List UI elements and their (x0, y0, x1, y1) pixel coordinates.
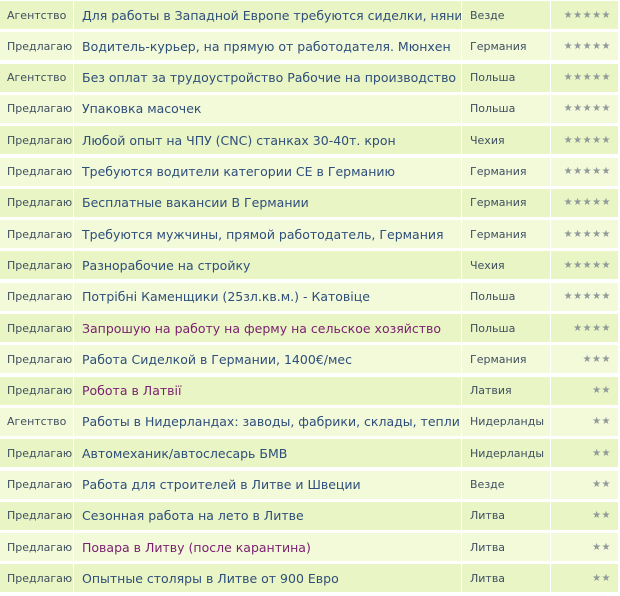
star-rating-icon: ★★★★★ (563, 197, 611, 209)
listing-title-link[interactable]: Сезонная работа на лето в Литве (74, 508, 461, 523)
listing-country-label: Латвия (470, 384, 512, 398)
star-rating-icon: ★★★ (582, 353, 611, 365)
listing-title-link[interactable]: Повара в Литву (после карантина) (74, 540, 461, 555)
listing-country-label: Литва (470, 540, 506, 554)
listing-row[interactable]: Предлагаю Водитель-курьер, на прямую от р… (0, 32, 618, 62)
listing-type-label: Агентство (7, 71, 67, 85)
star-rating-icon: ★★★★★ (563, 72, 611, 84)
star-rating-icon: ★★★★★ (563, 134, 611, 146)
listing-type-label: Предлагаю (7, 321, 73, 335)
star-rating-icon: ★★★★★ (563, 40, 611, 52)
listing-row[interactable]: Предлагаю Запрошую на работу на ферму на … (0, 314, 618, 343)
listing-row[interactable]: Предлагаю Требуются мужчины, прямой работ… (0, 220, 618, 250)
listing-title-link[interactable]: Любой опыт на ЧПУ (CNC) станках 30-40т. … (74, 133, 461, 148)
listing-title-link[interactable]: Водитель-курьер, на прямую от работодате… (74, 39, 461, 54)
listing-country-label: Литва (470, 571, 506, 585)
star-rating-icon: ★★★★★ (563, 103, 611, 115)
listing-country-label: Польша (470, 290, 516, 304)
listing-type-label: Предлагаю (7, 227, 73, 241)
listing-row[interactable]: Предлагаю Работа Сиделкой в Германии, 140… (0, 345, 618, 375)
listing-row[interactable]: Предлагаю Бесплатные вакансии В Германии Г… (0, 188, 618, 218)
listing-title-link[interactable]: Упаковка масочек (74, 101, 461, 116)
listing-row[interactable]: Предлагаю Любой опыт на ЧПУ (CNC) станках… (0, 126, 618, 156)
listing-row[interactable]: Предлагаю Упаковка масочек Польша ★★★★★ (0, 94, 618, 124)
star-rating-icon: ★★★★★ (563, 166, 611, 177)
listing-row[interactable]: Предлагаю Работа для строителей в Литве и… (0, 470, 618, 500)
star-rating-icon: ★★★★★ (563, 228, 611, 240)
listing-title-link[interactable]: Для работы в Западной Европе требуются с… (74, 8, 461, 23)
listing-type-label: Предлагаю (7, 290, 73, 304)
star-rating-icon: ★★ (592, 385, 611, 397)
listing-row[interactable]: Предлагаю Опытные столяры в Литве от 900 … (0, 564, 618, 594)
listing-row[interactable]: Предлагаю Требуются водители категории СЕ… (0, 157, 618, 187)
job-listings-table: Агентство Для работы в Западной Европе тр… (0, 0, 620, 596)
listing-type-label: Предлагаю (7, 102, 73, 116)
listing-country-label: Литва (470, 509, 506, 523)
listing-type-label: Предлагаю (7, 39, 73, 53)
listing-title-link[interactable]: Работа для строителей в Литве и Швеции (74, 477, 461, 492)
listing-row[interactable]: Предлагаю Разнорабочие на стройку Чехия ★★★… (0, 251, 618, 281)
listing-type-label: Агентство (7, 415, 67, 429)
listing-title-link[interactable]: Бесплатные вакансии В Германии (74, 195, 461, 210)
listing-title-link[interactable]: Потрібні Каменщики (25зл.кв.м.) - Катові… (74, 289, 461, 304)
star-rating-icon: ★★ (592, 572, 611, 584)
listing-country-label: Чехия (470, 258, 505, 272)
listing-row[interactable]: Агентство Без оплат за трудоустройство Ра… (0, 63, 618, 93)
listing-type-label: Предлагаю (7, 478, 73, 491)
star-rating-icon: ★★★★★ (563, 259, 611, 271)
listing-country-label: Германия (470, 196, 527, 210)
listing-type-label: Предлагаю (7, 258, 73, 272)
listing-type-label: Предлагаю (7, 571, 73, 585)
star-rating-icon: ★★ (592, 479, 611, 490)
star-rating-icon: ★★ (592, 447, 611, 459)
star-rating-icon: ★★★★ (573, 322, 611, 334)
listing-country-label: Везде (470, 478, 505, 491)
listing-country-label: Нидерланды (470, 415, 545, 429)
listing-row[interactable]: Предлагаю Автомеханик/автослесарь БМВ Ниде… (0, 439, 618, 469)
listing-type-label: Предлагаю (7, 133, 73, 147)
listing-type-label: Предлагаю (7, 384, 73, 398)
listing-type-label: Предлагаю (7, 196, 73, 210)
listing-country-label: Польша (470, 102, 516, 116)
listing-type-label: Предлагаю (7, 352, 73, 366)
listing-type-label: Предлагаю (7, 165, 73, 178)
listing-row[interactable]: Агентство Работы в Нидерландах: заводы, ф… (0, 407, 618, 437)
listing-type-label: Предлагаю (7, 540, 73, 554)
listing-title-link[interactable]: Автомеханик/автослесарь БМВ (74, 446, 461, 461)
listing-title-link[interactable]: Опытные столяры в Литве от 900 Евро (74, 571, 461, 586)
listing-row[interactable]: Агентство Для работы в Западной Европе тр… (0, 1, 618, 30)
listing-country-label: Германия (470, 227, 527, 241)
listing-row[interactable]: Предлагаю Сезонная работа на лето в Литве… (0, 501, 618, 531)
listing-title-link[interactable]: Работа Сиделкой в Германии, 1400€/мес (74, 352, 461, 367)
listing-country-label: Польша (470, 71, 516, 85)
star-rating-icon: ★★★★★ (563, 9, 611, 21)
listing-row[interactable]: Предлагаю Потрібні Каменщики (25зл.кв.м.)… (0, 282, 618, 312)
listing-row[interactable]: Предлагаю Повара в Литву (после карантина… (0, 533, 618, 563)
listing-title-link[interactable]: Требуются мужчины, прямой работодатель, … (74, 227, 461, 242)
listing-title-link[interactable]: Без оплат за трудоустройство Рабочие на … (74, 70, 461, 85)
listing-row[interactable]: Предлагаю Робота в Латвії Латвия ★★ (0, 376, 618, 406)
listing-title-link[interactable]: Работы в Нидерландах: заводы, фабрики, с… (74, 414, 461, 429)
star-rating-icon: ★★ (592, 510, 611, 522)
listing-type-label: Агентство (7, 8, 67, 22)
listing-country-label: Польша (470, 321, 516, 335)
star-rating-icon: ★★ (592, 541, 611, 553)
star-rating-icon: ★★★★★ (563, 291, 611, 303)
listing-title-link[interactable]: Запрошую на работу на ферму на сельское … (74, 321, 461, 336)
listing-title-link[interactable]: Разнорабочие на стройку (74, 258, 461, 273)
listing-title-link[interactable]: Робота в Латвії (74, 383, 461, 398)
listing-type-label: Предлагаю (7, 509, 73, 523)
listing-country-label: Германия (470, 352, 527, 366)
listing-type-label: Предлагаю (7, 446, 73, 460)
listing-title-link[interactable]: Требуются водители категории СЕ в Герман… (74, 164, 461, 179)
listing-country-label: Германия (470, 39, 527, 53)
listing-country-label: Везде (470, 8, 505, 22)
listing-country-label: Чехия (470, 133, 505, 147)
listing-country-label: Германия (470, 165, 527, 178)
listing-country-label: Нидерланды (470, 446, 545, 460)
star-rating-icon: ★★ (592, 416, 611, 428)
